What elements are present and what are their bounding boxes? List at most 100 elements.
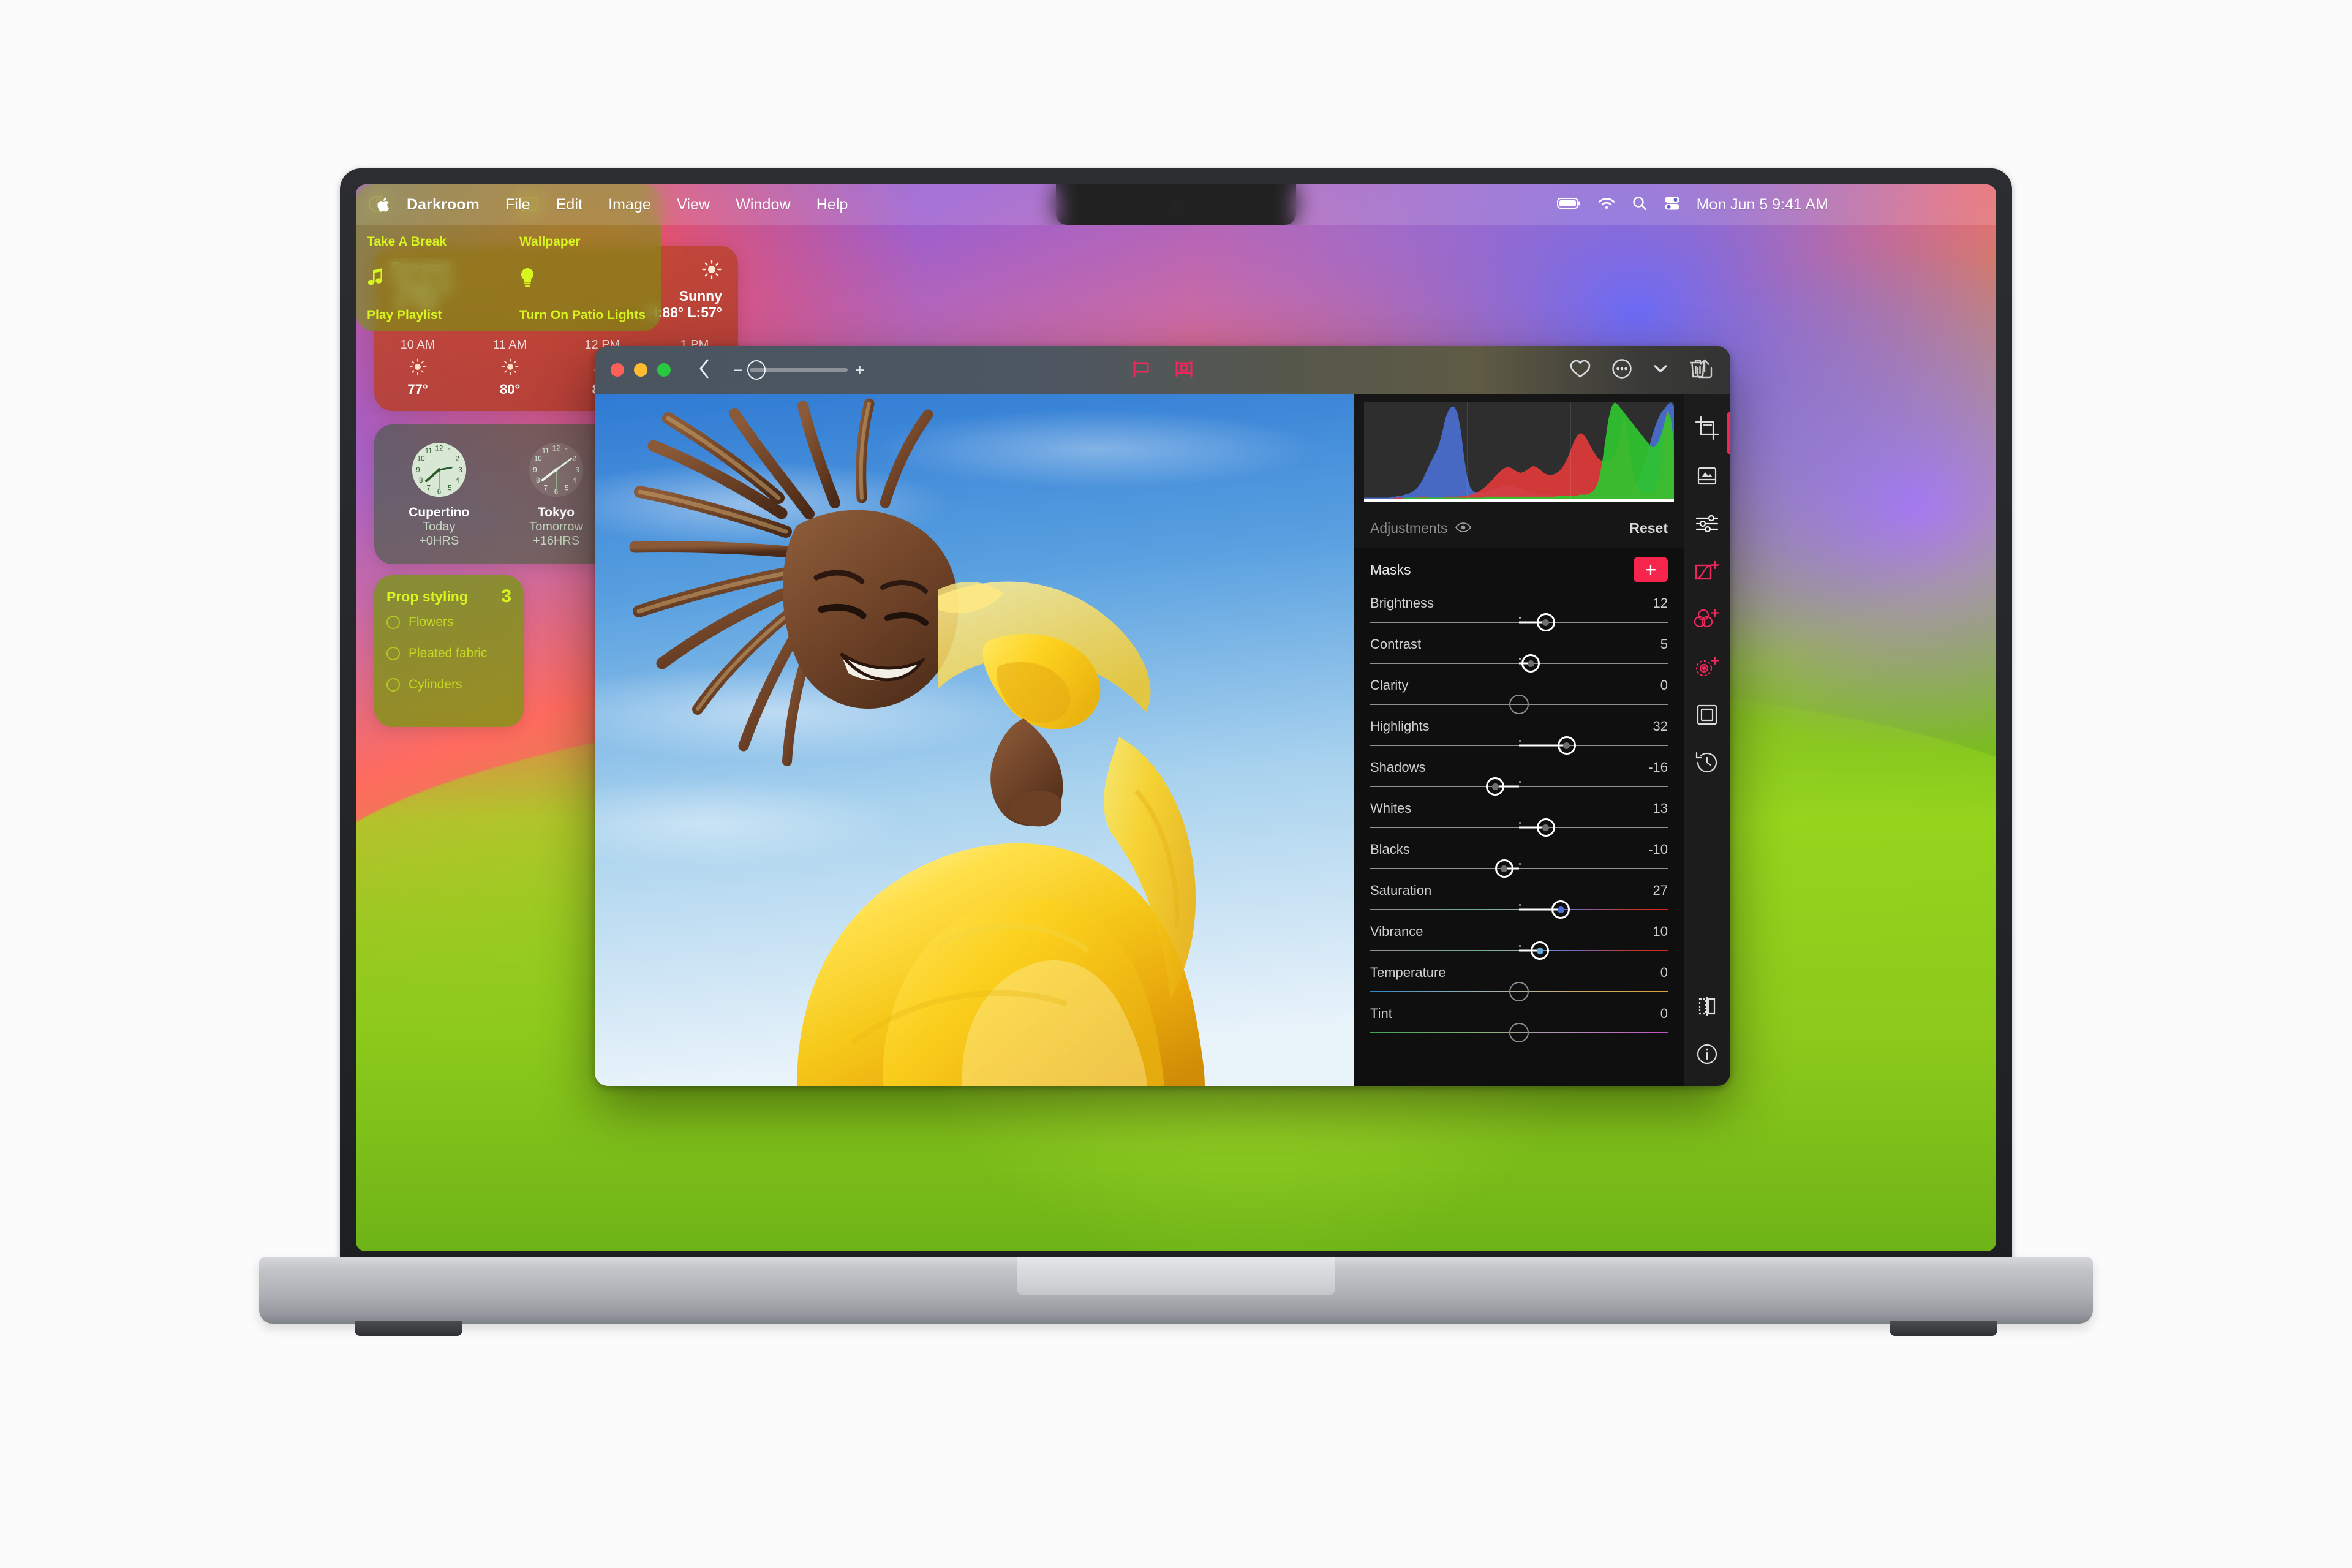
slider-temperature[interactable]: Temperature 0 (1370, 963, 1668, 1004)
heart-icon[interactable] (1570, 359, 1591, 382)
zoom-slider[interactable]: − + (733, 360, 864, 380)
reminders-count: 3 (501, 586, 511, 606)
reset-button[interactable]: Reset (1629, 520, 1668, 537)
slider-track[interactable] (1370, 777, 1668, 796)
photo-canvas[interactable] (595, 394, 1354, 1086)
menu-item-view[interactable]: View (664, 196, 723, 214)
chevron-left-icon[interactable] (698, 358, 711, 382)
zoom-slider-track[interactable] (747, 360, 848, 380)
presets-icon[interactable] (1691, 460, 1723, 492)
slider-tint[interactable]: Tint 0 (1370, 1004, 1668, 1045)
checkbox-circle-icon[interactable] (386, 678, 400, 692)
svg-text:4: 4 (455, 477, 459, 484)
slider-brightness[interactable]: Brightness 12 (1370, 594, 1668, 635)
slider-track[interactable] (1370, 654, 1668, 673)
frame-icon[interactable] (1691, 699, 1723, 731)
forecast-hour: 11 AM 80° (483, 338, 538, 398)
slider-track[interactable] (1370, 1023, 1668, 1042)
checkbox-circle-icon[interactable] (386, 647, 400, 660)
slider-knob[interactable] (1494, 859, 1513, 878)
slider-knob[interactable] (1551, 900, 1570, 919)
slider-label: Contrast (1370, 636, 1422, 652)
menu-item-darkroom[interactable]: Darkroom (394, 196, 492, 214)
slider-track[interactable] (1370, 900, 1668, 919)
more-options-icon[interactable] (1611, 358, 1632, 382)
slider-highlights[interactable]: Highlights 32 (1370, 717, 1668, 758)
display-bezel: Darkroom File Edit Image View Window Hel… (356, 184, 1996, 1251)
slider-contrast[interactable]: Contrast 5 (1370, 635, 1668, 676)
slider-knob[interactable] (1531, 941, 1550, 960)
curves-icon[interactable] (1691, 556, 1723, 587)
menu-item-help[interactable]: Help (804, 196, 861, 214)
slider-knob[interactable] (1509, 982, 1529, 1001)
slider-saturation[interactable]: Saturation 27 (1370, 881, 1668, 922)
shortcut-turn-on-patio-lights[interactable]: Turn On Patio Lights (508, 258, 661, 331)
svg-text:2: 2 (455, 456, 459, 463)
crop-frame-icon[interactable] (1174, 358, 1194, 382)
slider-origin-tick (1519, 617, 1521, 619)
reminder-item[interactable]: Cylinders (386, 669, 511, 700)
slider-track[interactable] (1370, 613, 1668, 631)
slider-track[interactable] (1370, 736, 1668, 755)
shortcut-play-playlist[interactable]: Play Playlist (356, 258, 508, 331)
wifi-icon[interactable] (1597, 197, 1616, 213)
music-note-icon (367, 268, 497, 288)
reminders-widget[interactable]: Prop styling 3 Flowers Pleated fabric Cy… (374, 575, 524, 727)
slider-track[interactable] (1370, 982, 1668, 1001)
slider-track[interactable] (1370, 859, 1668, 878)
forecast-time: 10 AM (400, 338, 435, 352)
menu-item-edit[interactable]: Edit (543, 196, 595, 214)
slider-knob[interactable] (1486, 777, 1505, 796)
masks-row: Masks + (1370, 548, 1668, 594)
control-center-icon[interactable] (1664, 196, 1681, 214)
share-icon[interactable] (1695, 358, 1714, 382)
slider-knob[interactable] (1521, 654, 1540, 673)
adjust-sliders-icon[interactable] (1691, 508, 1723, 540)
adjustments-title: Adjustments (1370, 519, 1448, 536)
menubar-clock[interactable]: Mon Jun 5 9:41 AM (1697, 196, 1828, 214)
menu-item-image[interactable]: Image (595, 196, 664, 214)
eye-icon[interactable] (1455, 520, 1471, 537)
color-mixer-icon[interactable] (1691, 603, 1723, 635)
zoom-in-label[interactable]: + (855, 362, 864, 378)
slider-knob[interactable] (1509, 695, 1529, 714)
battery-icon[interactable] (1556, 197, 1581, 213)
slider-clarity[interactable]: Clarity 0 (1370, 676, 1668, 717)
apple-logo-icon[interactable] (377, 196, 394, 213)
reminder-item[interactable]: Flowers (386, 607, 511, 638)
info-icon[interactable] (1691, 1038, 1723, 1070)
compare-icon[interactable] (1691, 990, 1723, 1022)
search-icon[interactable] (1632, 195, 1648, 214)
svg-text:4: 4 (573, 477, 577, 484)
crop-flag-icon[interactable] (1131, 358, 1152, 382)
menu-item-window[interactable]: Window (723, 196, 804, 214)
zoom-button[interactable] (657, 363, 671, 377)
slider-track[interactable] (1370, 818, 1668, 837)
slider-knob[interactable] (1509, 1023, 1529, 1042)
zoom-slider-knob[interactable] (747, 360, 766, 380)
slider-knob[interactable] (1536, 613, 1555, 631)
chevron-down-icon[interactable] (1653, 364, 1668, 377)
slider-whites[interactable]: Whites 13 (1370, 799, 1668, 840)
slider-shadows[interactable]: Shadows -16 (1370, 758, 1668, 799)
checkbox-circle-icon[interactable] (386, 616, 400, 629)
slider-label: Highlights (1370, 718, 1430, 734)
macbook-pro: Darkroom File Edit Image View Window Hel… (259, 168, 2093, 1336)
minimize-button[interactable] (634, 363, 647, 377)
close-button[interactable] (611, 363, 624, 377)
crop-icon[interactable] (1691, 412, 1723, 444)
history-icon[interactable] (1691, 747, 1723, 778)
lens-blur-icon[interactable] (1691, 651, 1723, 683)
menu-item-file[interactable]: File (492, 196, 543, 214)
zoom-out-label[interactable]: − (733, 362, 742, 378)
slider-track[interactable] (1370, 941, 1668, 960)
screenshot-canvas: Darkroom File Edit Image View Window Hel… (0, 0, 2352, 1568)
slider-blacks[interactable]: Blacks -10 (1370, 840, 1668, 881)
reminder-item[interactable]: Pleated fabric (386, 638, 511, 669)
slider-track[interactable] (1370, 695, 1668, 714)
slider-origin-tick (1519, 822, 1521, 824)
add-mask-button[interactable]: + (1634, 557, 1668, 582)
slider-knob[interactable] (1557, 736, 1576, 755)
slider-knob[interactable] (1536, 818, 1555, 837)
slider-vibrance[interactable]: Vibrance 10 (1370, 922, 1668, 963)
